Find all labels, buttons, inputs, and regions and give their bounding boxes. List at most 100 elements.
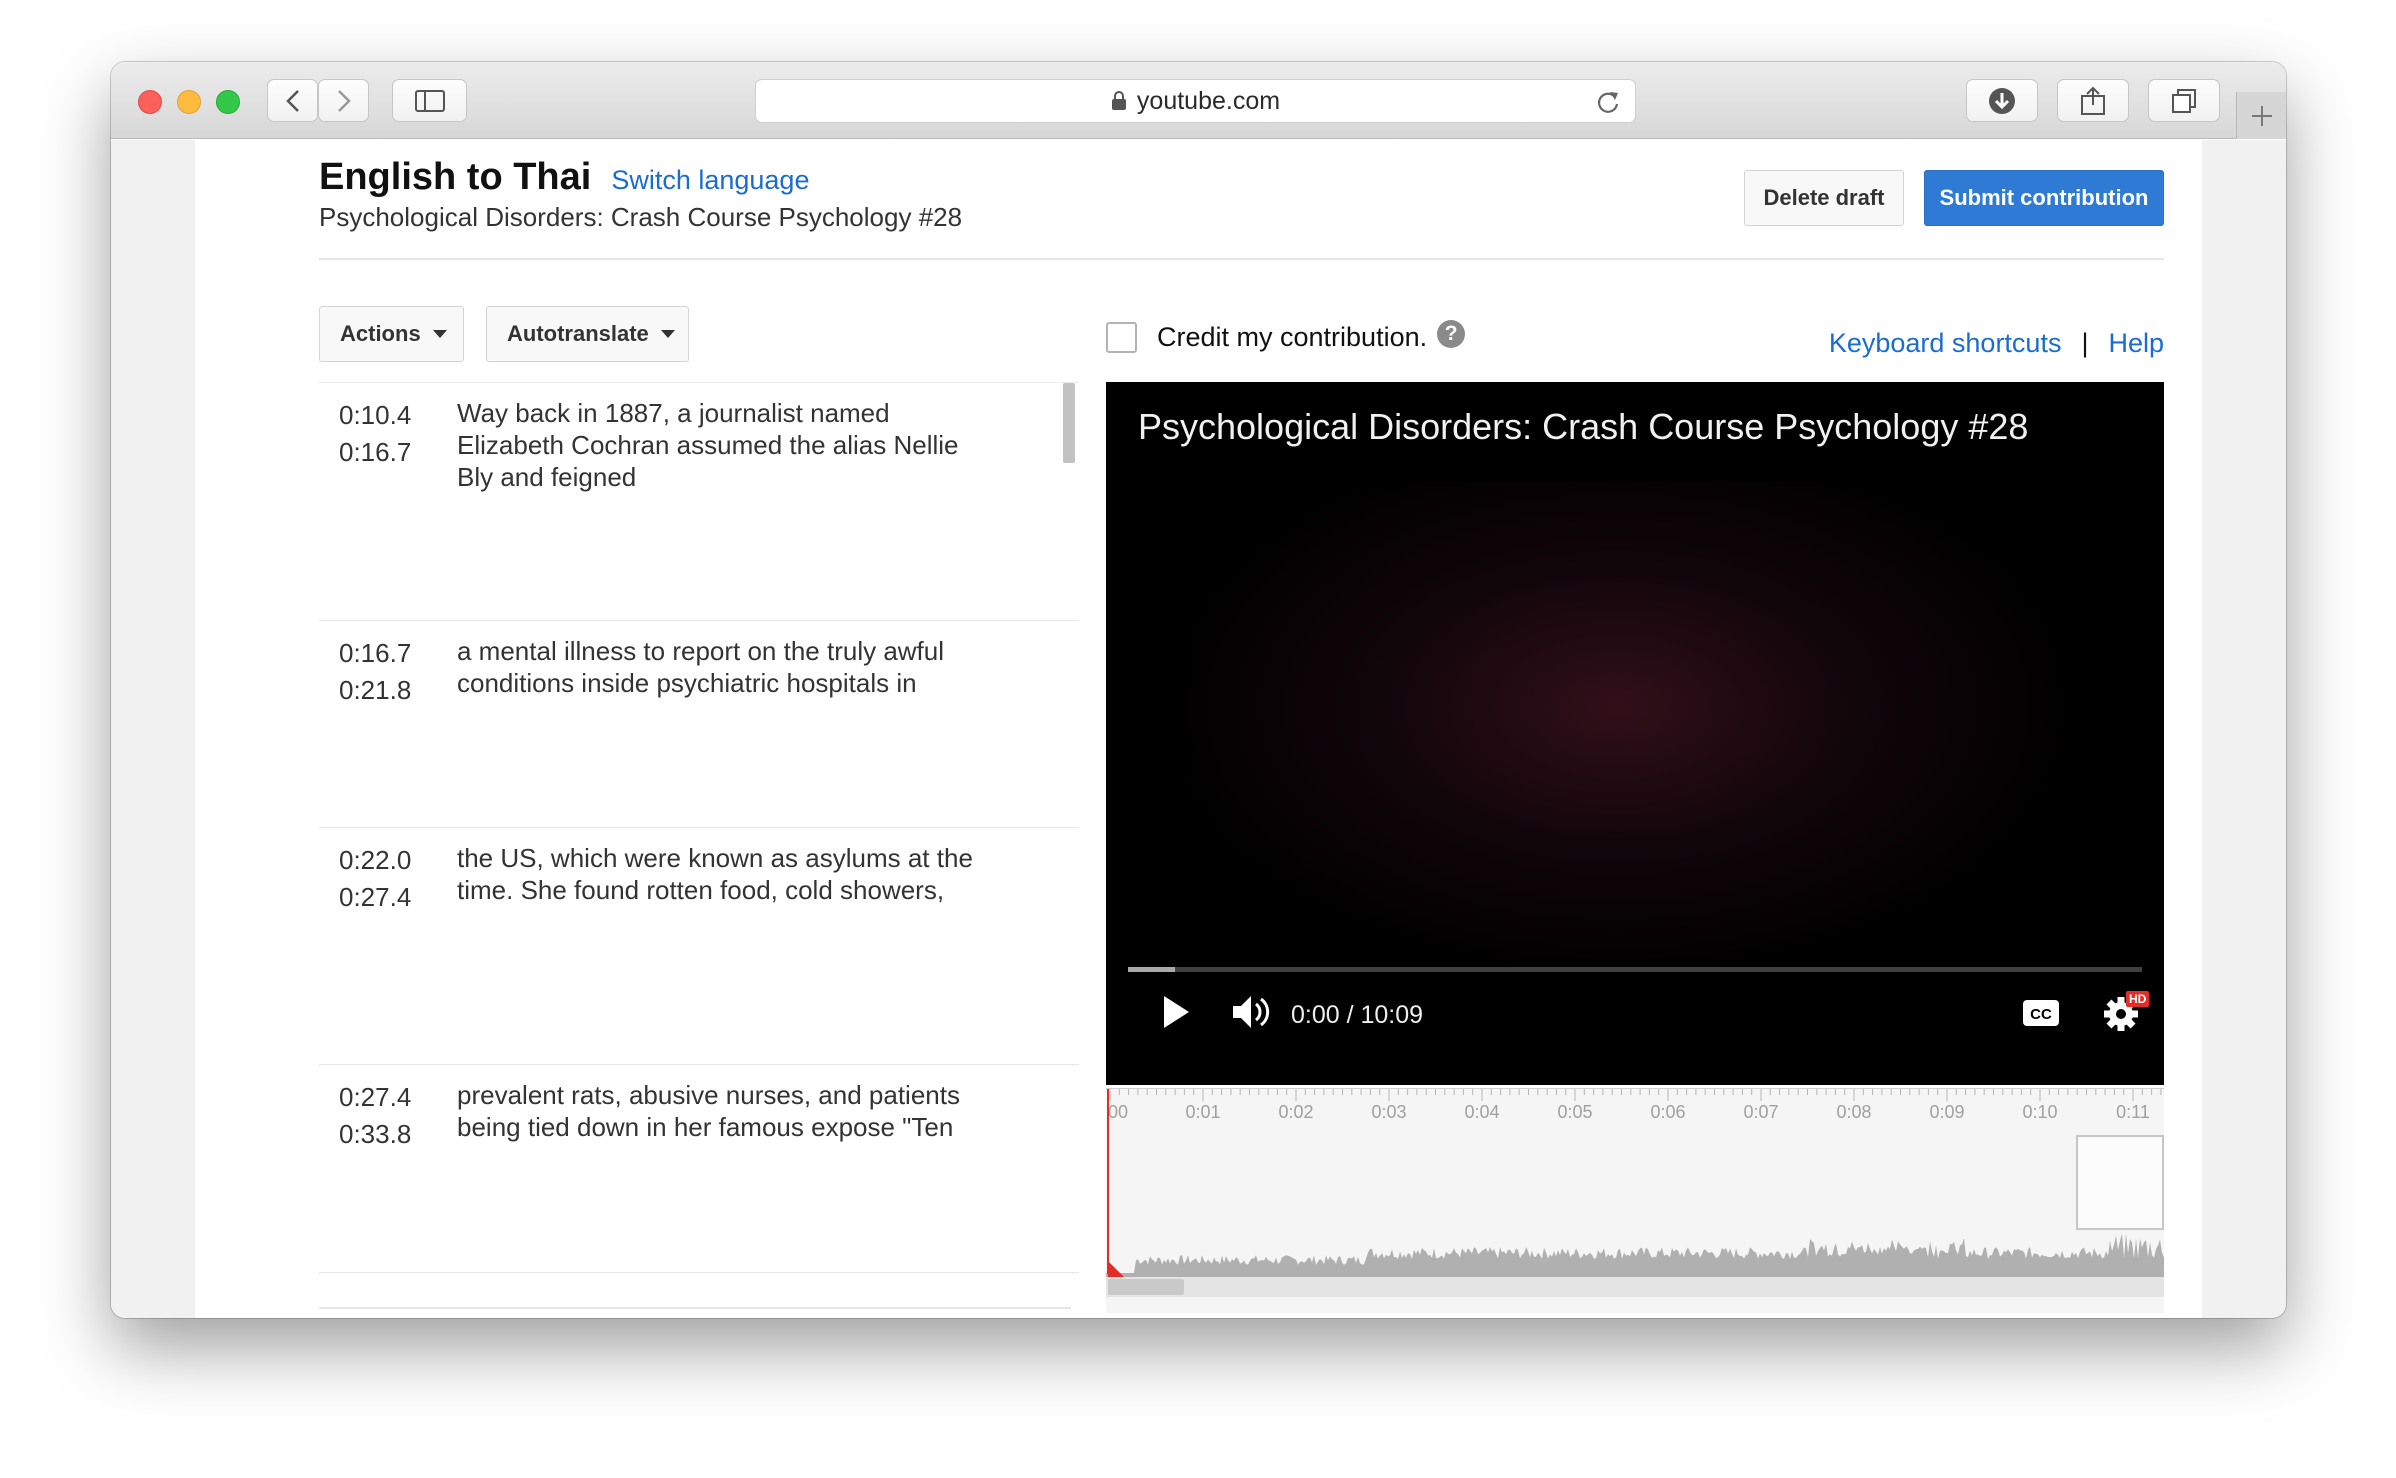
credit-contribution: Credit my contribution. ? bbox=[1106, 319, 1466, 353]
ruler-label: 0:02 bbox=[1278, 1102, 1313, 1122]
actions-dropdown[interactable]: Actions bbox=[319, 306, 464, 362]
ruler-label: 0:04 bbox=[1464, 1102, 1499, 1122]
ruler-label: 0:05 bbox=[1557, 1102, 1592, 1122]
editor-heading: English to Thai Switch language bbox=[319, 156, 809, 199]
ruler-label: 0:10 bbox=[2022, 1102, 2057, 1122]
back-icon bbox=[285, 89, 299, 112]
caption-text[interactable]: prevalent rats, abusive nurses, and pati… bbox=[457, 1079, 997, 1143]
caption-start[interactable]: 0:16.7 bbox=[339, 635, 411, 672]
ruler-label: 0:03 bbox=[1371, 1102, 1406, 1122]
time-display: 0:00 / 10:09 bbox=[1291, 1001, 1424, 1029]
download-icon bbox=[1989, 87, 2015, 114]
caption-row[interactable]: 0:10.4 0:16.7 Way back in 1887, a journa… bbox=[319, 383, 1079, 621]
autotranslate-label: Autotranslate bbox=[507, 321, 649, 346]
plus-icon bbox=[2251, 105, 2272, 126]
tabs-icon bbox=[2172, 88, 2196, 113]
delete-draft-button[interactable]: Delete draft bbox=[1744, 170, 1904, 226]
help-link[interactable]: Help bbox=[2108, 328, 2164, 359]
caption-list: 0:10.4 0:16.7 Way back in 1887, a journa… bbox=[319, 382, 1079, 1318]
waveform-timeline[interactable]: 00 0:01 0:02 0:03 0:04 0:05 0:06 0:07 0:08 0:09 0:… bbox=[1106, 1088, 2164, 1313]
submit-contribution-button[interactable]: Submit contribution bbox=[1924, 170, 2164, 226]
sidebar-icon bbox=[414, 89, 445, 112]
caption-end[interactable]: 0:21.8 bbox=[339, 672, 411, 709]
back-button[interactable] bbox=[267, 79, 318, 122]
reload-icon[interactable] bbox=[1595, 89, 1621, 115]
video-overlay-title: Psychological Disorders: Crash Course Ps… bbox=[1138, 406, 2029, 447]
caption-end[interactable]: 0:27.4 bbox=[339, 879, 411, 916]
timeline-scrollbar[interactable] bbox=[1106, 1277, 2164, 1297]
ruler-label: 0:01 bbox=[1185, 1102, 1220, 1122]
progress-bar[interactable] bbox=[1128, 967, 2142, 972]
forward-button[interactable] bbox=[318, 79, 369, 122]
web-content: English to Thai Switch language Psycholo… bbox=[111, 140, 2286, 1318]
caption-text[interactable]: a mental illness to report on the truly … bbox=[457, 635, 997, 699]
keyboard-shortcuts-link[interactable]: Keyboard shortcuts bbox=[1829, 328, 2062, 359]
title-bar: youtube.com bbox=[111, 62, 2286, 139]
help-circle-icon[interactable]: ? bbox=[1437, 319, 1466, 348]
share-icon bbox=[2081, 86, 2105, 115]
ruler-label: 0:11 bbox=[2116, 1102, 2150, 1122]
ruler-label: 0:09 bbox=[1929, 1102, 1964, 1122]
new-tab-button[interactable] bbox=[2236, 92, 2286, 139]
caption-times: 0:10.4 0:16.7 bbox=[339, 397, 411, 471]
caption-start[interactable]: 0:10.4 bbox=[339, 397, 411, 434]
chevron-down-icon bbox=[660, 330, 675, 338]
header-divider bbox=[319, 258, 2164, 260]
timeline-ruler: 00 0:01 0:02 0:03 0:04 0:05 0:06 0:07 0:08 0:09 0:… bbox=[1108, 1089, 2162, 1122]
lock-icon bbox=[1111, 91, 1126, 110]
chevron-down-icon bbox=[432, 330, 447, 338]
tabs-button[interactable] bbox=[2148, 79, 2220, 122]
zoom-window-button[interactable] bbox=[216, 90, 240, 114]
caption-start[interactable]: 0:22.0 bbox=[339, 842, 411, 879]
caption-times: 0:16.7 0:21.8 bbox=[339, 635, 411, 709]
ruler-label: 0:06 bbox=[1650, 1102, 1685, 1122]
share-button[interactable] bbox=[2057, 79, 2129, 122]
timeline-scroll-thumb[interactable] bbox=[1108, 1279, 1184, 1295]
autotranslate-dropdown[interactable]: Autotranslate bbox=[486, 306, 689, 362]
link-separator: | bbox=[2081, 328, 2089, 358]
hd-badge: HD bbox=[2126, 991, 2150, 1007]
caption-end[interactable]: 0:33.8 bbox=[339, 1116, 411, 1153]
cc-icon[interactable]: CC bbox=[2022, 999, 2060, 1027]
play-icon[interactable] bbox=[1162, 995, 1190, 1029]
ruler-label: 0:08 bbox=[1836, 1102, 1871, 1122]
caption-list-scrollbar[interactable] bbox=[1063, 383, 1075, 463]
video-player[interactable]: Psychological Disorders: Crash Course Ps… bbox=[1106, 382, 2164, 1085]
waveform-shape bbox=[1106, 1233, 2164, 1279]
caption-text[interactable]: Way back in 1887, a journalist named Eli… bbox=[457, 397, 997, 493]
caption-row[interactable]: 0:27.4 0:33.8 prevalent rats, abusive nu… bbox=[319, 1065, 1079, 1273]
video-title: Psychological Disorders: Crash Course Ps… bbox=[319, 202, 963, 232]
caption-text[interactable]: the US, which were known as asylums at t… bbox=[457, 842, 997, 906]
switch-language-link[interactable]: Switch language bbox=[611, 165, 809, 196]
ruler-label: 0:07 bbox=[1743, 1102, 1778, 1122]
sidebar-button[interactable] bbox=[392, 79, 467, 122]
url-text: youtube.com bbox=[1136, 86, 1281, 115]
credit-checkbox[interactable] bbox=[1106, 322, 1137, 353]
caption-start[interactable]: 0:27.4 bbox=[339, 1079, 411, 1116]
browser-window: youtube.com English to Thai Switch langu… bbox=[111, 62, 2286, 1318]
actions-label: Actions bbox=[340, 321, 421, 346]
list-bottom-divider bbox=[319, 1307, 1071, 1309]
timeline-viewport-marker[interactable] bbox=[2076, 1135, 2164, 1230]
close-window-button[interactable] bbox=[138, 90, 162, 114]
address-bar[interactable]: youtube.com bbox=[755, 79, 1636, 123]
video-frame bbox=[1186, 482, 2086, 982]
svg-text:CC: CC bbox=[2030, 1006, 2052, 1023]
help-links: Keyboard shortcuts | Help bbox=[1829, 328, 2164, 359]
timeline-playhead[interactable] bbox=[1107, 1089, 1109, 1274]
language-pair-title: English to Thai bbox=[319, 156, 592, 198]
caption-end[interactable]: 0:16.7 bbox=[339, 434, 411, 471]
settings-button[interactable]: HD bbox=[2102, 991, 2150, 1033]
playhead-marker-icon bbox=[1108, 1261, 1124, 1277]
ruler-label: 00 bbox=[1108, 1102, 1128, 1122]
download-button[interactable] bbox=[1966, 79, 2038, 122]
caption-row[interactable]: 0:22.0 0:27.4 the US, which were known a… bbox=[319, 828, 1079, 1065]
progress-buffered bbox=[1128, 967, 1175, 972]
caption-row[interactable]: 0:16.7 0:21.8 a mental illness to report… bbox=[319, 621, 1079, 828]
credit-label: Credit my contribution. bbox=[1157, 322, 1428, 352]
caption-times: 0:22.0 0:27.4 bbox=[339, 842, 411, 916]
caption-times: 0:27.4 0:33.8 bbox=[339, 1079, 411, 1153]
volume-icon[interactable] bbox=[1232, 994, 1272, 1030]
minimize-window-button[interactable] bbox=[177, 90, 201, 114]
audio-waveform bbox=[1106, 1233, 2164, 1279]
